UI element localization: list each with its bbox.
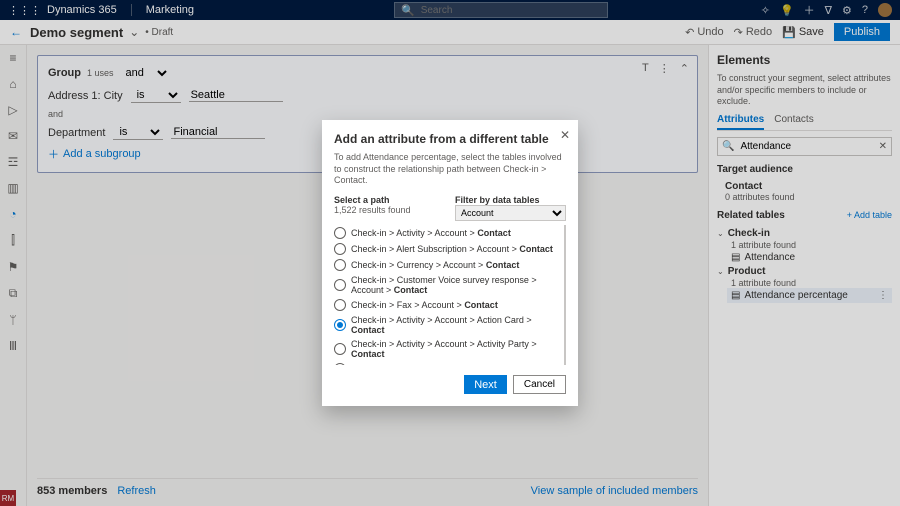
path-option[interactable]: Check-in > Activity > Account > Activity… (334, 337, 562, 361)
path-option[interactable]: Check-in > Activity > Account > Case > C… (334, 361, 562, 365)
path-list: Check-in > Activity > Account > Contact C… (334, 225, 566, 365)
path-option[interactable]: Check-in > Currency > Account > Contact (334, 257, 562, 273)
path-option[interactable]: Check-in > Customer Voice survey respons… (334, 273, 562, 297)
dialog-description: To add Attendance percentage, select the… (334, 152, 566, 187)
radio-icon[interactable] (334, 363, 346, 365)
path-option[interactable]: Check-in > Activity > Account > Action C… (334, 313, 562, 337)
select-path-label: Select a path (334, 195, 445, 205)
radio-icon[interactable] (334, 227, 346, 239)
path-text: Check-in > Activity > Account > Contact (351, 228, 511, 238)
path-option[interactable]: Check-in > Activity > Account > Contact (334, 225, 562, 241)
path-option[interactable]: Check-in > Fax > Account > Contact (334, 297, 562, 313)
radio-icon[interactable] (334, 343, 346, 355)
path-text: Check-in > Alert Subscription > Account … (351, 244, 553, 254)
path-text: Check-in > Activity > Account > Activity… (351, 339, 562, 359)
path-text: Check-in > Currency > Account > Contact (351, 260, 519, 270)
path-option[interactable]: Check-in > Alert Subscription > Account … (334, 241, 562, 257)
path-text: Check-in > Activity > Account > Case > C… (351, 364, 542, 365)
path-text: Check-in > Activity > Account > Action C… (351, 315, 562, 335)
radio-icon[interactable] (334, 279, 346, 291)
dialog-title: Add an attribute from a different table (334, 132, 566, 146)
radio-icon[interactable] (334, 243, 346, 255)
close-icon[interactable]: ✕ (560, 128, 570, 142)
path-text: Check-in > Customer Voice survey respons… (351, 275, 562, 295)
filter-select[interactable]: Account (455, 205, 566, 221)
radio-icon[interactable] (334, 299, 346, 311)
next-button[interactable]: Next (464, 375, 507, 394)
path-text: Check-in > Fax > Account > Contact (351, 300, 498, 310)
radio-icon[interactable] (334, 259, 346, 271)
results-count: 1,522 results found (334, 205, 445, 215)
filter-label: Filter by data tables (455, 195, 566, 205)
radio-icon[interactable] (334, 319, 346, 331)
modal-overlay: ✕ Add an attribute from a different tabl… (0, 0, 900, 506)
cancel-button[interactable]: Cancel (513, 375, 566, 394)
add-attribute-dialog: ✕ Add an attribute from a different tabl… (322, 120, 578, 406)
